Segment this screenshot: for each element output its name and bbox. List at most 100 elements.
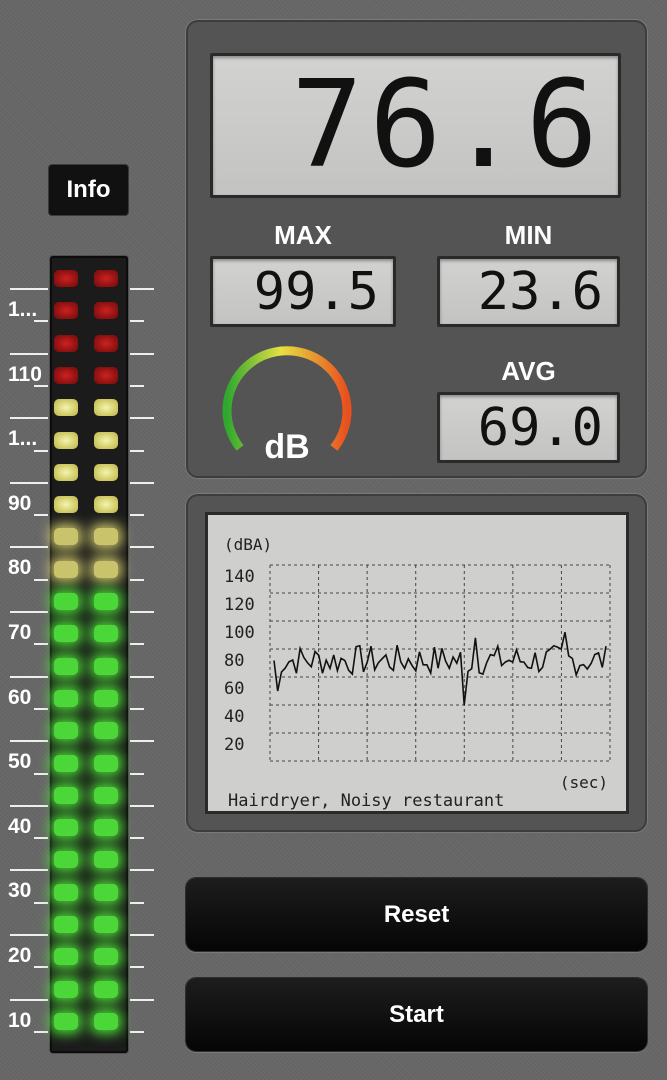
meter-segment <box>54 334 78 352</box>
main-reading-value: 76.6 <box>291 56 604 195</box>
start-button[interactable]: Start <box>186 978 647 1051</box>
scale-label: 80 <box>8 556 32 580</box>
meter-segment <box>54 916 78 933</box>
info-button[interactable]: Info <box>49 165 128 215</box>
scale-tick <box>130 578 144 581</box>
meter-segment <box>94 657 118 675</box>
scale-tick <box>10 417 48 420</box>
meter-segment <box>94 786 118 804</box>
meter-segment <box>94 883 118 901</box>
scale-tick <box>130 804 154 807</box>
meter-segment <box>54 560 78 578</box>
graph-description: Hairdryer, Noisy restaurant <box>228 791 505 811</box>
scale-tick <box>10 934 48 936</box>
avg-display: 69.0 <box>437 392 620 463</box>
meter-segment <box>94 366 118 384</box>
level-meter <box>50 256 128 1053</box>
scale-tick <box>130 901 144 904</box>
scale-tick <box>130 675 154 678</box>
meter-segment <box>94 528 118 546</box>
scale-tick <box>130 417 154 420</box>
scale-label: 60 <box>8 685 32 709</box>
scale-label: 90 <box>8 491 32 515</box>
meter-segment <box>54 366 78 384</box>
meter-segment <box>54 1012 78 1030</box>
scale-label: 10 <box>8 1008 32 1032</box>
meter-segment <box>94 916 118 933</box>
scale-tick <box>130 1030 144 1033</box>
meter-segment <box>94 1012 118 1030</box>
meter-segment <box>94 463 118 481</box>
scale-tick <box>10 288 48 290</box>
meter-segment <box>94 754 118 772</box>
meter-segment <box>54 980 78 998</box>
meter-segment <box>54 883 78 901</box>
scale-tick <box>130 998 154 1001</box>
scale-tick <box>130 320 144 323</box>
gauge-label: dB <box>264 428 310 466</box>
meter-segment <box>94 851 118 869</box>
scale-label: 40 <box>8 814 32 838</box>
meter-segment <box>94 819 118 837</box>
scale-tick <box>130 837 144 840</box>
scale-tick <box>130 449 144 452</box>
meter-segment <box>54 722 78 740</box>
scale-tick <box>130 514 144 517</box>
meter-segment <box>94 980 118 998</box>
min-display: 23.6 <box>437 256 620 327</box>
main-reading-display: 76.6 <box>210 53 621 198</box>
scale-label: 50 <box>8 750 32 774</box>
scale-tick <box>10 998 48 1001</box>
scale-tick <box>10 804 48 807</box>
meter-segment <box>54 625 78 643</box>
signal-trace <box>273 632 607 706</box>
max-display: 99.5 <box>210 256 396 327</box>
scale-tick <box>10 675 48 678</box>
scale-label: 20 <box>8 944 32 967</box>
reset-button[interactable]: Reset <box>186 878 647 951</box>
meter-segment <box>54 754 78 772</box>
scale-label: 30 <box>8 879 32 903</box>
graph-x-unit-label: (sec) <box>559 773 608 792</box>
meter-segment <box>94 593 118 610</box>
scale-label: 110 <box>8 362 42 386</box>
scale-tick <box>130 481 154 484</box>
scale-tick <box>10 546 48 549</box>
meter-segment <box>54 431 78 449</box>
scale-tick <box>130 934 154 936</box>
meter-segment <box>54 528 78 546</box>
avg-label: AVG <box>501 356 556 386</box>
meter-segment <box>94 689 118 707</box>
meter-segment <box>54 786 78 804</box>
scale-tick <box>130 772 144 775</box>
meter-segment <box>54 399 78 417</box>
scale-tick <box>10 869 48 872</box>
meter-segment <box>54 657 78 675</box>
meter-segment <box>94 722 118 740</box>
max-label: MAX <box>274 220 332 250</box>
meter-segment <box>94 560 118 578</box>
scale-tick <box>130 869 154 872</box>
scale-tick <box>130 611 154 613</box>
scale-tick <box>130 288 154 290</box>
scale-tick <box>10 740 48 743</box>
meter-segment <box>94 399 118 417</box>
scale-tick <box>130 546 154 549</box>
scale-tick <box>130 643 144 646</box>
avg-value: 69.0 <box>477 397 603 458</box>
meter-segment <box>94 625 118 643</box>
meter-segment <box>94 334 118 352</box>
meter-segment <box>54 593 78 610</box>
graph-plot <box>269 564 611 762</box>
min-value: 23.6 <box>477 261 603 322</box>
meter-segment <box>54 496 78 514</box>
scale-tick <box>10 481 48 484</box>
scale-tick <box>130 352 154 355</box>
meter-segment <box>54 689 78 707</box>
scale-tick <box>130 707 144 710</box>
meter-segment <box>94 496 118 514</box>
history-graph: (dBA) 140 120 100 80 60 40 20 (sec) Hairdryer,… <box>205 512 629 814</box>
meter-segment <box>54 948 78 966</box>
scale-tick <box>130 740 154 743</box>
meter-segment <box>94 948 118 966</box>
